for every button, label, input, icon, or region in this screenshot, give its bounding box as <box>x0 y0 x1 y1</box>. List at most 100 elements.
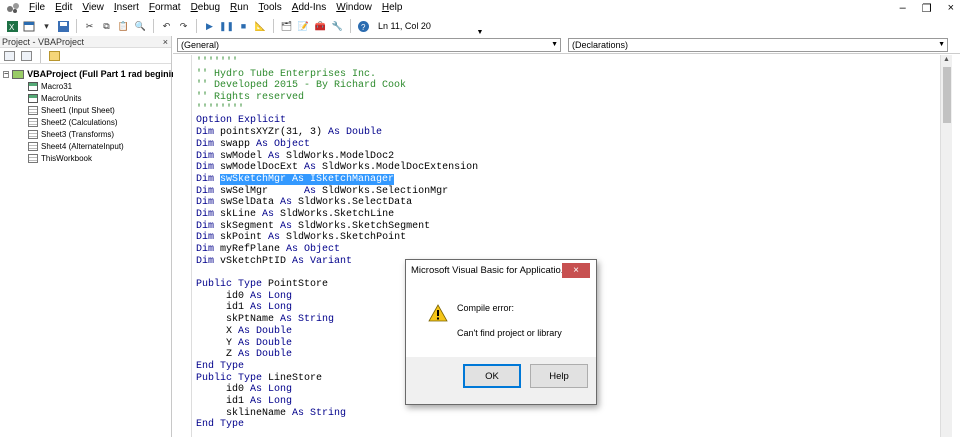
undo-icon[interactable]: ↶ <box>160 20 173 33</box>
code-token: Dim <box>196 138 215 150</box>
view-code-icon[interactable] <box>4 50 15 61</box>
menu-add-ins[interactable]: Add-Ins <box>287 0 331 16</box>
tree-item-thisworkbook[interactable]: ThisWorkbook <box>0 152 171 164</box>
menu-run[interactable]: Run <box>225 0 253 16</box>
dropdown-arrow-icon[interactable]: ▾ <box>40 20 53 33</box>
tree-root-vbaproject[interactable]: − VBAProject (Full Part 1 rad begining <box>0 68 182 80</box>
menu-help[interactable]: Help <box>377 0 408 16</box>
paste-icon[interactable]: 📋 <box>117 20 130 33</box>
collapse-icon[interactable]: − <box>3 70 10 78</box>
vba-app-icon[interactable] <box>6 2 20 14</box>
code-line[interactable]: Dim skSegment As SldWorks.SketchSegment <box>196 221 478 233</box>
toolbox-icon[interactable]: 🔧 <box>331 20 344 33</box>
tree-item-sheet2[interactable]: Sheet2 (Calculations) <box>0 116 171 128</box>
code-token: Dim <box>196 220 215 232</box>
close-window-button[interactable]: × <box>948 2 954 14</box>
code-line[interactable]: Dim swSketchMgr As ISketchManager <box>196 173 478 186</box>
cut-icon[interactable]: ✂ <box>83 20 96 33</box>
restore-button[interactable]: ❐ <box>922 2 932 15</box>
code-line[interactable]: '' Hydro Tube Enterprises Inc. <box>196 69 478 81</box>
code-token: As Double <box>328 127 383 139</box>
procedure-dropdown[interactable]: (Declarations) ▼ <box>568 37 948 52</box>
redo-icon[interactable]: ↷ <box>177 20 190 33</box>
procedure-dropdown-value: (Declarations) <box>572 39 629 50</box>
code-line[interactable]: '''''''' <box>196 104 478 116</box>
properties-window-icon[interactable]: 📝 <box>297 20 310 33</box>
tree-item-sheet1[interactable]: Sheet1 (Input Sheet) <box>0 104 171 116</box>
object-dropdown[interactable]: (General) ▼ <box>177 37 561 52</box>
worksheet-icon <box>28 105 38 115</box>
menu-debug[interactable]: Debug <box>186 0 225 16</box>
tree-item-macrounits[interactable]: MacroUnits <box>0 92 171 104</box>
tree-item-sheet3[interactable]: Sheet3 (Transforms) <box>0 128 171 140</box>
scroll-up-icon[interactable]: ▲ <box>941 55 952 65</box>
minimize-button[interactable]: – <box>900 2 906 14</box>
chevron-down-icon[interactable]: ▼ <box>551 41 558 48</box>
svg-text:X: X <box>9 23 15 32</box>
find-icon[interactable]: 🔍 <box>134 20 147 33</box>
scrollbar-thumb[interactable] <box>943 67 951 123</box>
code-line[interactable]: Dim swSelData As SldWorks.SelectData <box>196 197 478 209</box>
dialog-close-button[interactable]: × <box>562 263 590 278</box>
menu-format[interactable]: Format <box>144 0 186 16</box>
view-object-icon[interactable] <box>21 50 32 61</box>
code-line[interactable]: '' Rights reserved <box>196 92 478 104</box>
dialog-title-bar: Microsoft Visual Basic for Applicatio...… <box>406 260 596 281</box>
code-token: As <box>304 162 317 174</box>
code-line[interactable]: End Type <box>196 419 478 431</box>
code-margin[interactable] <box>173 55 192 437</box>
toggle-folders-icon[interactable] <box>49 50 60 61</box>
code-line[interactable]: ''''''' <box>196 57 478 69</box>
module-icon <box>28 93 38 103</box>
object-browser-icon[interactable]: 🧰 <box>314 20 327 33</box>
code-token: As Long <box>250 290 293 302</box>
code-line[interactable]: Dim skPoint As SldWorks.SketchPoint <box>196 232 478 244</box>
code-token: vSketchPtID <box>214 255 293 267</box>
code-line[interactable]: Dim swModel As SldWorks.ModelDoc2 <box>196 151 478 163</box>
code-token: As Double <box>238 337 293 349</box>
code-token: Dim <box>196 173 215 185</box>
copy-icon[interactable]: ⧉ <box>100 20 113 33</box>
project-explorer-close-button[interactable]: × <box>163 37 168 47</box>
break-icon[interactable]: ❚❚ <box>219 20 234 33</box>
code-line[interactable]: Dim skLine As SldWorks.SketchLine <box>196 209 478 221</box>
code-token: Dim <box>196 244 215 255</box>
toolbar-grip-icon[interactable]: ▼ <box>476 16 484 36</box>
design-mode-icon[interactable]: 📐 <box>254 20 267 33</box>
code-line[interactable]: sklineName As String <box>196 408 478 420</box>
menu-file[interactable]: File <box>24 0 50 16</box>
code-token: As Long <box>250 395 293 407</box>
menu-edit[interactable]: Edit <box>50 0 77 16</box>
project-explorer-icon[interactable]: 🗂 <box>280 20 293 33</box>
code-line[interactable]: Dim swModelDocExt As SldWorks.ModelDocEx… <box>196 162 478 174</box>
code-token: Y <box>196 337 239 349</box>
chevron-down-icon[interactable]: ▼ <box>938 41 945 48</box>
code-token: '' Hydro Tube Enterprises Inc. <box>196 68 377 80</box>
code-line[interactable]: Dim swSelMgr As SldWorks.SelectionMgr <box>196 186 478 198</box>
insert-module-icon[interactable] <box>23 20 36 33</box>
reset-icon[interactable]: ■ <box>237 20 250 33</box>
code-line[interactable]: Dim swapp As Object <box>196 139 478 151</box>
tree-item-macro31[interactable]: Macro31 <box>0 80 171 92</box>
help-icon[interactable]: ? <box>357 20 370 33</box>
ok-button[interactable]: OK <box>463 364 521 388</box>
code-token: myRefPlane <box>214 244 287 255</box>
menu-tools[interactable]: Tools <box>253 0 286 16</box>
menu-window[interactable]: Window <box>331 0 377 16</box>
tree-item-sheet4[interactable]: Sheet4 (AlternateInput) <box>0 140 171 152</box>
help-button[interactable]: Help <box>530 364 588 388</box>
code-line[interactable]: '' Developed 2015 - By Richard Cook <box>196 80 478 92</box>
run-icon[interactable]: ▶ <box>203 20 216 33</box>
menu-view[interactable]: View <box>77 0 109 16</box>
save-icon[interactable] <box>57 20 70 33</box>
vertical-scrollbar[interactable]: ▲ <box>940 55 952 437</box>
code-token: As Variant <box>292 255 353 267</box>
code-token: As Object <box>256 138 311 150</box>
error-message: Can't find project or library <box>457 328 562 338</box>
code-line[interactable]: Dim myRefPlane As Object <box>196 244 478 256</box>
view-excel-icon[interactable]: X <box>6 20 19 33</box>
code-line[interactable]: Option Explicit <box>196 115 478 127</box>
worksheet-icon <box>28 117 38 127</box>
menu-insert[interactable]: Insert <box>109 0 144 16</box>
code-line[interactable]: Dim pointsXYZr(31, 3) As Double <box>196 127 478 139</box>
